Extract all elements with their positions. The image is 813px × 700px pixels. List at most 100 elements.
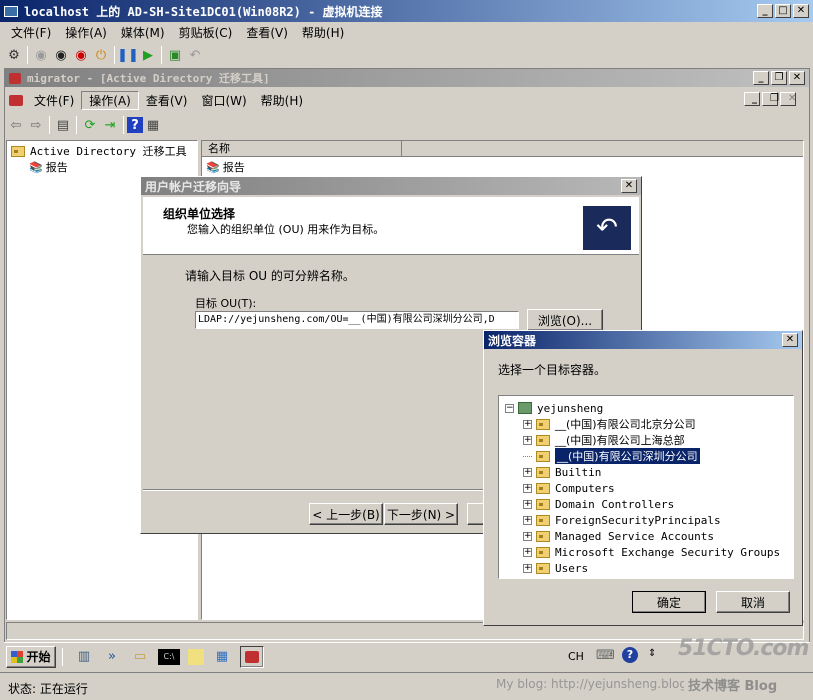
- mmc-menu-help[interactable]: 帮助(H): [254, 92, 310, 109]
- back-button[interactable]: < 上一步(B): [309, 503, 383, 525]
- expand-icon[interactable]: +: [523, 467, 532, 477]
- report-list-icon: 📚: [206, 160, 220, 174]
- tree-root-label[interactable]: Active Directory 迁移工具: [30, 143, 187, 159]
- action-pane-icon[interactable]: ▦: [143, 115, 163, 135]
- target-ou-input[interactable]: LDAP://yejunsheng.com/OU=__(中国)有限公司深圳分公司…: [195, 311, 519, 329]
- lang-indicator[interactable]: CH: [568, 650, 584, 663]
- monitor-icon: [4, 5, 18, 17]
- expand-icon[interactable]: +: [523, 547, 532, 557]
- notepad-icon[interactable]: [188, 648, 204, 665]
- mmc-menu-file[interactable]: 文件(F): [27, 92, 81, 109]
- start-vm-icon[interactable]: ◉: [31, 45, 51, 65]
- pause-icon[interactable]: ❚❚: [117, 45, 139, 65]
- mmc-close-button[interactable]: ✕: [789, 71, 805, 85]
- tree-root-row[interactable]: − yejunsheng: [505, 400, 603, 416]
- tree-item-users[interactable]: + Users: [523, 560, 588, 576]
- vm-title: localhost 上的 AD-SH-Site1DC01(Win08R2) - …: [24, 4, 383, 19]
- cmd-icon[interactable]: C:\: [158, 648, 180, 665]
- mmc-menu-action[interactable]: 操作(A): [81, 90, 139, 110]
- vm-menu-clipboard[interactable]: 剪贴板(C): [172, 24, 240, 41]
- expand-icon[interactable]: +: [523, 531, 532, 541]
- vm-menu-media[interactable]: 媒体(M): [114, 24, 172, 41]
- revert-icon[interactable]: ↶: [185, 45, 205, 65]
- mmc-restore-button[interactable]: ❐: [771, 71, 787, 85]
- tree-item-label-selected: __(中国)有限公司深圳分公司: [554, 447, 701, 465]
- tree-item-msa[interactable]: + Managed Service Accounts: [523, 528, 714, 544]
- vm-toolbar: ⚙ ◉ ◉ ◉ ⏻ ❚❚ ▶ ▣ ↶: [4, 43, 205, 67]
- doc-minimize-button[interactable]: _: [744, 92, 760, 106]
- cancel-button[interactable]: 取消: [716, 591, 790, 613]
- forward-arrow-icon[interactable]: ⇨: [26, 115, 46, 135]
- next-button[interactable]: 下一步(N) >: [384, 503, 458, 525]
- back-arrow-icon[interactable]: ⇦: [6, 115, 26, 135]
- powershell-icon[interactable]: »: [102, 647, 122, 667]
- container-folder-icon: [536, 562, 550, 574]
- shutdown-icon[interactable]: ◉: [71, 45, 91, 65]
- tree-item-domain-controllers[interactable]: + Domain Controllers: [523, 496, 674, 512]
- browse-title: 浏览容器: [488, 333, 537, 348]
- tray-expand-icon[interactable]: ⇕: [648, 648, 656, 659]
- tree-item-computers[interactable]: + Computers: [523, 480, 615, 496]
- browse-close-button[interactable]: ✕: [782, 333, 798, 347]
- mmc-toolbar: ⇦ ⇨ ▤ ⟳ ⇥ ? ▦: [6, 113, 163, 137]
- ou-folder-icon: [536, 418, 550, 430]
- expand-icon[interactable]: +: [523, 499, 532, 509]
- keyboard-icon[interactable]: ⌨: [596, 648, 615, 663]
- vm-menu-view[interactable]: 查看(V): [239, 24, 295, 41]
- maximize-button[interactable]: □: [775, 4, 791, 18]
- console-tree-icon[interactable]: ▤: [53, 115, 73, 135]
- tree-item-fsp[interactable]: + ForeignSecurityPrincipals: [523, 512, 721, 528]
- container-folder-icon: [536, 498, 550, 510]
- folder-icon: [11, 145, 25, 157]
- migrator-task-button[interactable]: [240, 645, 264, 668]
- expand-icon[interactable]: +: [523, 419, 532, 429]
- tree-item-beijing[interactable]: + __(中国)有限公司北京分公司: [523, 416, 696, 432]
- tree-item-builtin[interactable]: + Builtin: [523, 464, 601, 480]
- tree-item-label: Builtin: [555, 465, 602, 479]
- tree-item-shenzhen[interactable]: __(中国)有限公司深圳分公司: [523, 447, 701, 465]
- tree-item-exchange-groups[interactable]: + Microsoft Exchange Security Groups: [523, 544, 780, 560]
- ok-button[interactable]: 确定: [632, 591, 706, 613]
- doc-close-button[interactable]: ✕: [780, 92, 796, 106]
- expand-icon[interactable]: +: [523, 563, 532, 573]
- tree-item-shanghai[interactable]: + __(中国)有限公司上海总部: [523, 432, 685, 448]
- expand-icon[interactable]: +: [523, 435, 532, 445]
- ctrl-alt-del-icon[interactable]: ⚙: [4, 45, 24, 65]
- minimize-button[interactable]: _: [757, 4, 773, 18]
- close-button[interactable]: ✕: [793, 4, 809, 18]
- mmc-menu-view[interactable]: 查看(V): [139, 92, 195, 109]
- browse-button[interactable]: 浏览(O)...: [527, 309, 603, 331]
- vm-menu-file[interactable]: 文件(F): [4, 24, 58, 41]
- resume-icon[interactable]: ▶: [138, 45, 158, 65]
- migrator-task-icon: [245, 650, 259, 663]
- column-header-blank: [402, 141, 803, 157]
- vm-menu-help[interactable]: 帮助(H): [295, 24, 351, 41]
- explorer-icon[interactable]: ▭: [130, 647, 150, 667]
- turn-off-icon[interactable]: ◉: [51, 45, 71, 65]
- browse-container-dialog: 浏览容器 ✕ 选择一个目标容器。 − yejunsheng + __(中国)有限…: [483, 330, 803, 626]
- collapse-icon[interactable]: −: [505, 403, 514, 413]
- snapshot-icon[interactable]: ▣: [165, 45, 185, 65]
- refresh-icon[interactable]: ⟳: [80, 115, 100, 135]
- container-tree[interactable]: − yejunsheng + __(中国)有限公司北京分公司 + __(中国)有…: [498, 395, 794, 579]
- start-button[interactable]: 开始: [6, 645, 56, 668]
- help-icon[interactable]: ?: [127, 117, 143, 133]
- expand-icon[interactable]: +: [523, 515, 532, 525]
- mmc-minimize-button[interactable]: _: [753, 71, 769, 85]
- expand-icon[interactable]: +: [523, 483, 532, 493]
- tree-item-label: __(中国)有限公司上海总部: [555, 434, 685, 447]
- export-list-icon[interactable]: ⇥: [100, 115, 120, 135]
- wizard-close-button[interactable]: ✕: [621, 179, 637, 193]
- vm-menu-action[interactable]: 操作(A): [58, 24, 114, 41]
- tree-item-label: __(中国)有限公司北京分公司: [555, 418, 696, 431]
- server-manager-icon[interactable]: ▥: [74, 647, 94, 667]
- help-circle-icon[interactable]: ?: [622, 647, 638, 663]
- tree-child-label[interactable]: 报告: [46, 159, 68, 175]
- column-header-name[interactable]: 名称: [202, 141, 402, 157]
- mmc-menu-window[interactable]: 窗口(W): [194, 92, 253, 109]
- power-icon[interactable]: ⏻: [91, 45, 111, 65]
- admin-tools-icon[interactable]: ▦: [212, 647, 232, 667]
- list-item-report[interactable]: 报告: [223, 159, 245, 175]
- doc-restore-button[interactable]: ❐: [762, 92, 779, 106]
- container-folder-icon: [536, 530, 550, 542]
